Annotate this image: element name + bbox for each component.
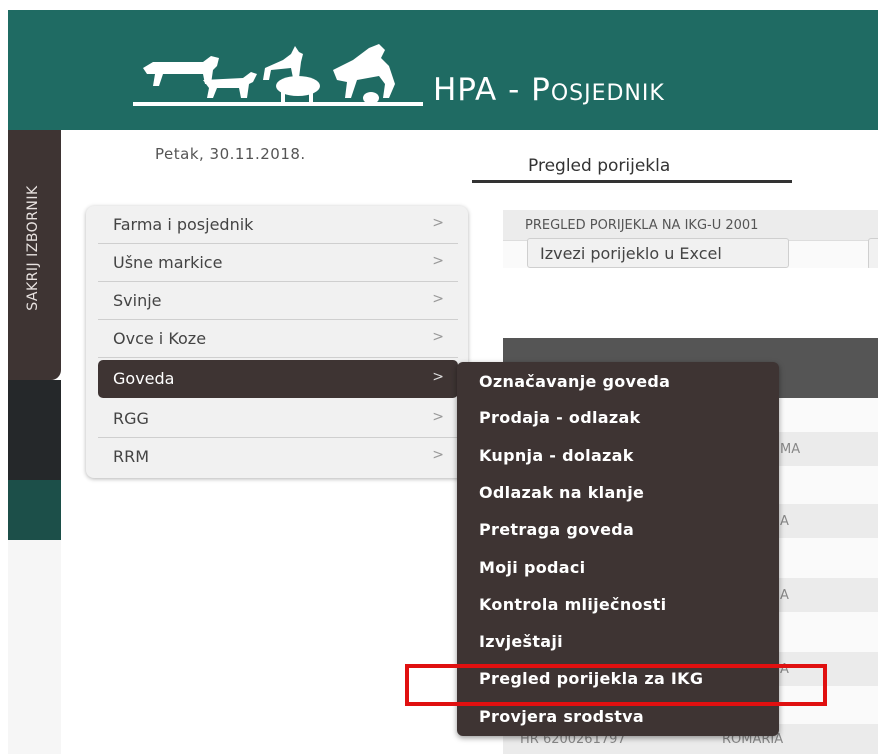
tab-pregled-porijekla[interactable]: Pregled porijekla [528,156,670,176]
panel-header-title: PREGLED PORIJEKLA NA IKG-U 2001 [525,218,759,233]
menu-item-rrm[interactable]: RRM > [98,438,458,476]
hide-menu-label: SAKRIJ IZBORNIK [25,185,41,311]
chevron-right-icon: > [432,409,444,425]
chevron-right-icon: > [432,447,444,463]
table-cell: A [780,514,789,529]
farm-animals-logo [133,44,423,106]
chevron-right-icon: > [432,369,444,385]
app-title: HPA - Posjednik [433,72,665,108]
submenu-item-moji-podaci[interactable]: Moji podaci [479,558,585,577]
chevron-right-icon: > [432,253,444,269]
active-tab-underline [472,180,792,183]
submenu-item-izvjestaji[interactable]: Izvještaji [479,632,563,651]
sidebar-strip [8,380,61,754]
app-header: HPA - Posjednik [8,10,878,130]
main-menu: Farma i posjednik > Ušne markice > Svinje >… [86,206,468,478]
submenu-item-kontrola[interactable]: Kontrola mliječnosti [479,595,666,614]
table-cell: A [780,588,789,603]
menu-item-rgg[interactable]: RGG > [98,400,458,438]
submenu-item-oznacavanje[interactable]: Označavanje goveda [479,372,670,391]
submenu-item-kupnja[interactable]: Kupnja - dolazak [479,446,634,465]
chevron-right-icon: > [432,215,444,231]
chevron-right-icon: > [432,291,444,307]
menu-item-farma[interactable]: Farma i posjednik > [98,206,458,244]
highlight-box [405,664,827,706]
secondary-button[interactable] [868,238,878,270]
chevron-right-icon: > [432,329,444,345]
current-date: Petak, 30.11.2018. [155,145,306,163]
panel-header: PREGLED PORIJEKLA NA IKG-U 2001 [503,210,878,241]
submenu-item-pretraga[interactable]: Pretraga goveda [479,520,634,539]
submenu-item-prodaja[interactable]: Prodaja - odlazak [479,408,641,427]
submenu-item-provjera-srodstva[interactable]: Provjera srodstva [479,707,644,726]
export-excel-button[interactable]: Izvezi porijeklo u Excel [527,238,789,268]
table-cell: MA [780,442,801,457]
submenu-item-klanje[interactable]: Odlazak na klanje [479,483,644,502]
hide-menu-tab[interactable]: SAKRIJ IZBORNIK [8,130,61,380]
panel-body [503,268,878,338]
menu-item-goveda[interactable]: Goveda > [98,360,458,398]
menu-item-svinje[interactable]: Svinje > [98,282,458,320]
menu-item-usne-markice[interactable]: Ušne markice > [98,244,458,282]
menu-item-ovce-koze[interactable]: Ovce i Koze > [98,320,458,358]
